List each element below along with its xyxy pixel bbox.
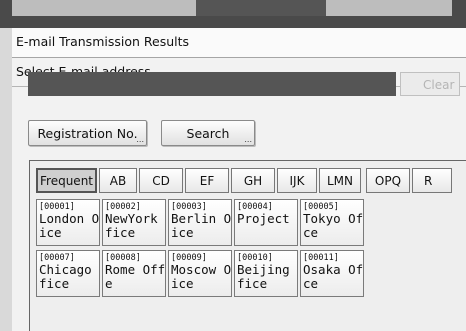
destination-name: London Off ice — [39, 211, 100, 240]
destination-name: Berlin Off ice — [171, 211, 232, 240]
destination-tile[interactable]: [00011] Osaka Of ce — [300, 250, 364, 297]
tab-lmn[interactable]: LMN — [319, 168, 361, 193]
destination-tile[interactable]: [00003] Berlin Off ice — [168, 199, 232, 246]
tab-ef[interactable]: EF — [185, 168, 229, 193]
destination-list: Frequent AB CD EF GH IJK LMN OPQ R [0000… — [29, 160, 466, 331]
destination-tile[interactable]: [00001] London Off ice — [36, 199, 100, 246]
destination-tile[interactable]: [00008] Rome Offic e — [102, 250, 166, 297]
page-title: E-mail Transmission Results — [16, 34, 190, 49]
destination-name: Osaka Of ce — [303, 262, 364, 291]
destination-name: Tokyo Of ce — [303, 211, 364, 240]
destination-tile[interactable]: [00004] Project — [234, 199, 298, 246]
registration-number-button[interactable]: Registration No. ... — [28, 120, 147, 146]
tab-ijk[interactable]: IJK — [277, 168, 317, 193]
destination-tile[interactable]: [00002] NewYork Of fice — [102, 199, 166, 246]
tab-opq[interactable]: OPQ — [366, 168, 410, 193]
clear-button[interactable]: Clear — [400, 72, 460, 96]
search-button[interactable]: Search ... — [161, 120, 255, 146]
top-bar — [0, 0, 466, 28]
destination-tile[interactable]: [00007] Chicago Of fice — [36, 250, 100, 297]
tab-r[interactable]: R — [412, 168, 452, 193]
registration-number-label: Registration No. — [37, 126, 138, 141]
top-bar-tab — [196, 0, 326, 16]
more-options-marker: ... — [136, 135, 144, 144]
destination-tile[interactable]: [00010] Beijing Of fice — [234, 250, 298, 297]
destination-name: Beijing Of fice — [237, 262, 290, 291]
destination-name: NewYork Of fice — [105, 211, 158, 240]
destination-name: Chicago Of fice — [39, 262, 92, 291]
search-label: Search — [186, 126, 230, 141]
tab-frequent[interactable]: Frequent — [36, 168, 97, 193]
destination-tile[interactable]: [00009] Moscow Off ice — [168, 250, 232, 297]
destination-tile[interactable]: [00005] Tokyo Of ce — [300, 199, 364, 246]
destination-name: Moscow Off ice — [171, 262, 232, 291]
tab-cd[interactable]: CD — [139, 168, 183, 193]
title-row: E-mail Transmission Results — [12, 28, 466, 58]
address-entry-field[interactable] — [28, 72, 396, 96]
destination-name: Project — [237, 211, 290, 226]
tab-gh[interactable]: GH — [231, 168, 275, 193]
destination-name: Rome Offic e — [105, 262, 166, 291]
more-options-marker: ... — [244, 135, 252, 144]
tab-ab[interactable]: AB — [99, 168, 137, 193]
